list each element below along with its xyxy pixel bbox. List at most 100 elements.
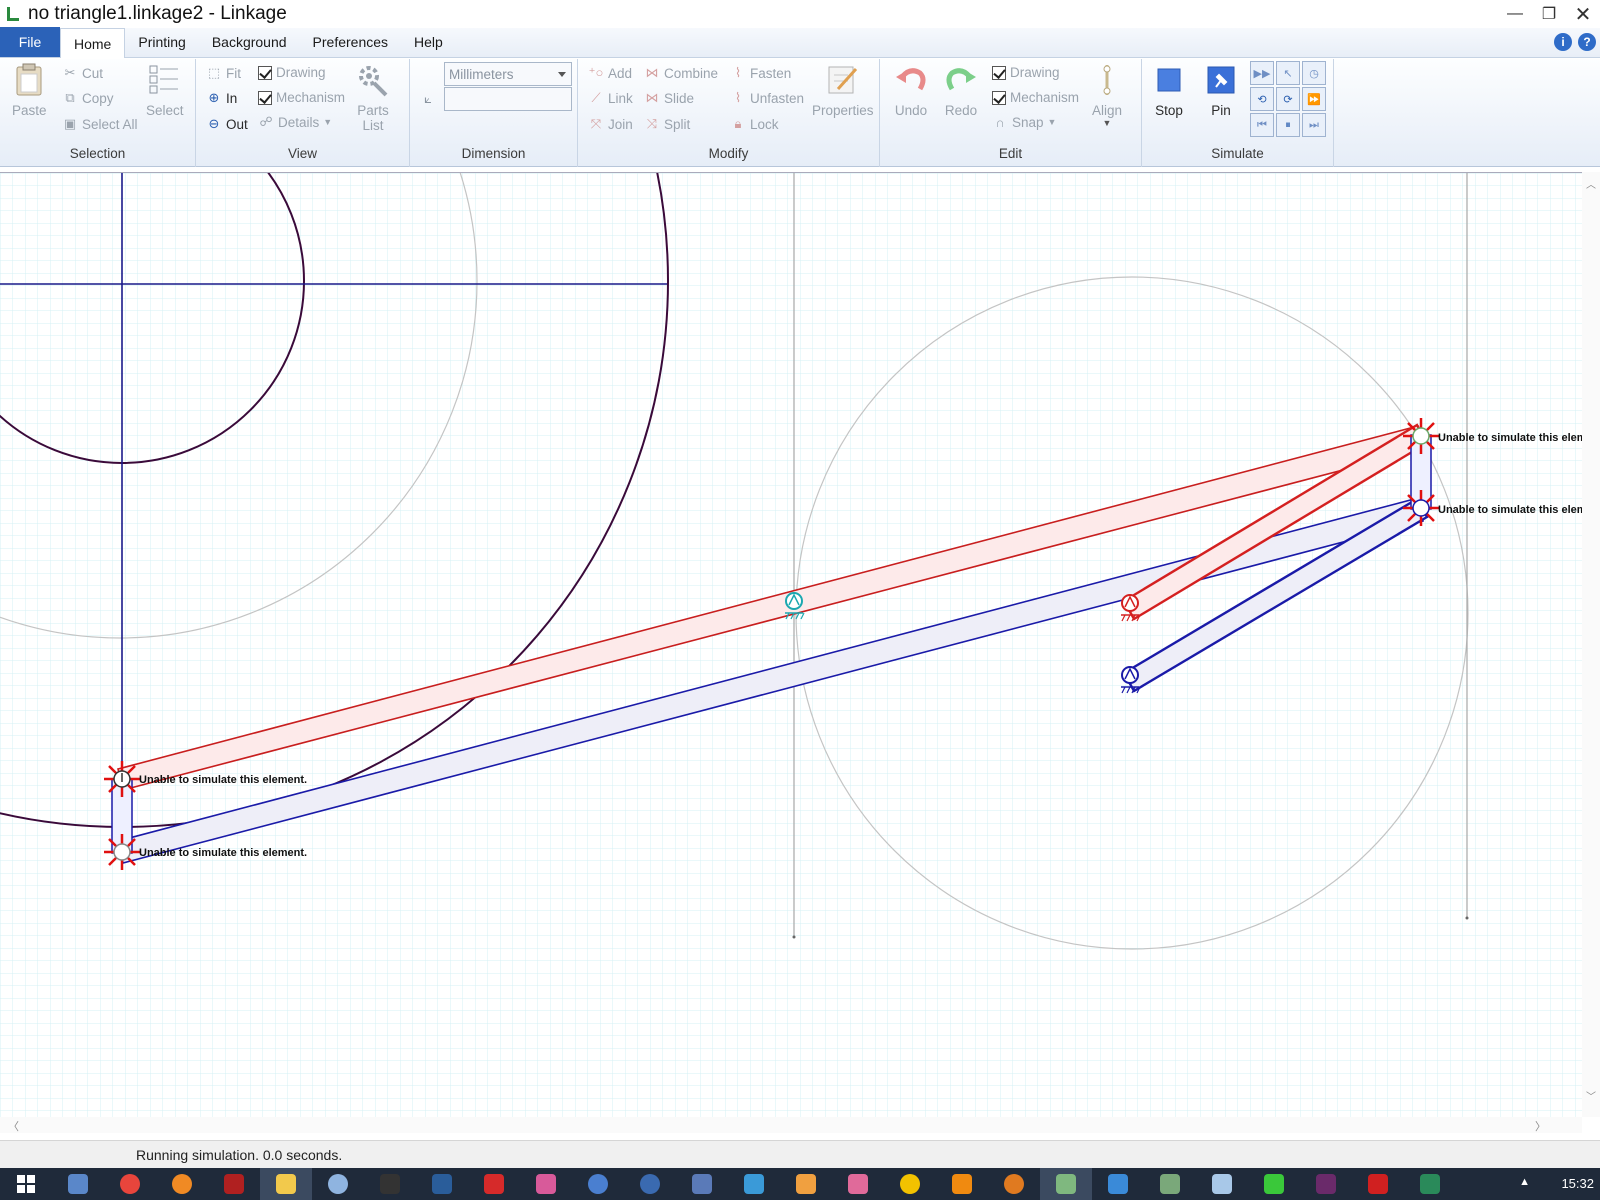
firefox-icon[interactable] <box>156 1168 208 1200</box>
redo-button[interactable]: Redo <box>944 63 978 118</box>
parts-gear-icon <box>356 63 390 97</box>
taskbar-app-icon[interactable] <box>832 1168 884 1200</box>
error-connector-right-top[interactable] <box>1403 418 1439 454</box>
fast-forward-icon[interactable]: ▶▶ <box>1250 61 1274 85</box>
tray-chevron-up-icon[interactable]: ▲ <box>1519 1176 1530 1188</box>
rotate-ccw-icon[interactable]: ⟲ <box>1250 87 1274 111</box>
slide-button[interactable]: ⋈ Slide <box>644 90 695 106</box>
taskbar-app-icon[interactable] <box>208 1168 260 1200</box>
tab-home[interactable]: Home <box>60 28 126 58</box>
select-all-icon: ▣ <box>63 116 77 131</box>
taskbar-app-icon[interactable] <box>1404 1168 1456 1200</box>
taskbar-app-icon[interactable] <box>624 1168 676 1200</box>
parts-list-button[interactable]: Parts List <box>356 63 390 133</box>
start-button[interactable] <box>0 1168 52 1200</box>
cut-button[interactable]: ✂ Cut <box>62 65 103 81</box>
pin-button[interactable]: Pin <box>1204 63 1238 118</box>
tab-preferences[interactable]: Preferences <box>300 27 401 57</box>
cursor-step-icon[interactable]: ↖ <box>1276 61 1300 85</box>
info-icon[interactable]: i <box>1554 33 1572 51</box>
fit-button[interactable]: ⬚ Fit <box>206 65 241 81</box>
error-connector-left-bottom[interactable] <box>104 834 140 870</box>
taskbar-app-icon[interactable] <box>780 1168 832 1200</box>
rotate-cw-icon[interactable]: ⟳ <box>1276 87 1300 111</box>
taskbar-app-icon[interactable] <box>416 1168 468 1200</box>
chevron-down-icon: ▼ <box>1047 117 1057 127</box>
linkage-app-icon <box>6 5 20 23</box>
close-button[interactable]: ✕ <box>1566 0 1600 28</box>
settings-gear-icon[interactable] <box>572 1168 624 1200</box>
taskbar-app-icon[interactable] <box>52 1168 104 1200</box>
dimension-input[interactable] <box>444 87 572 111</box>
file-explorer-icon[interactable] <box>260 1168 312 1200</box>
taskbar-app-icon[interactable] <box>1196 1168 1248 1200</box>
maximize-button[interactable]: ❐ <box>1532 0 1566 28</box>
horizontal-scrollbar[interactable]: 〈 〉 <box>0 1117 1582 1133</box>
properties-button[interactable]: Properties <box>812 63 874 118</box>
align-button[interactable]: Align ▼ <box>1090 63 1124 128</box>
error-connector-right-bottom[interactable] <box>1403 490 1439 526</box>
vlc-icon[interactable] <box>936 1168 988 1200</box>
tab-printing[interactable]: Printing <box>125 27 198 57</box>
view-mechanism-checkbox[interactable]: Mechanism <box>258 90 345 105</box>
taskbar-app-icon[interactable] <box>520 1168 572 1200</box>
copy-button[interactable]: ⧉ Copy <box>62 90 113 106</box>
scroll-left-icon[interactable]: 〈 <box>8 1118 19 1134</box>
vertical-scrollbar[interactable]: ︿ ﹀ <box>1582 172 1600 1117</box>
paste-button[interactable]: Paste <box>12 63 47 118</box>
clock-icon[interactable]: ◷ <box>1302 61 1326 85</box>
details-dropdown[interactable]: ☍ Details ▼ <box>258 114 332 130</box>
taskbar-app-icon[interactable] <box>676 1168 728 1200</box>
pdf-reader-icon[interactable] <box>468 1168 520 1200</box>
taskbar-app-icon[interactable] <box>1092 1168 1144 1200</box>
select-all-button[interactable]: ▣ Select All <box>62 116 138 132</box>
zoom-in-button[interactable]: ⊕ In <box>206 90 238 106</box>
view-drawing-checkbox[interactable]: Drawing <box>258 65 326 80</box>
minimize-button[interactable]: — <box>1498 0 1532 28</box>
unfasten-icon: ⌇ <box>734 90 742 105</box>
skip-start-icon[interactable]: ⏮ <box>1250 113 1274 137</box>
link-button[interactable]: ⟋ Link <box>588 90 632 106</box>
error-connector-left-top[interactable] <box>104 761 140 797</box>
skip-forward-icon[interactable]: ⏩ <box>1302 87 1326 111</box>
join-button[interactable]: ⤧ Join <box>588 116 633 132</box>
unfasten-button[interactable]: ⌇ Unfasten <box>730 90 804 106</box>
zoom-out-button[interactable]: ⊖ Out <box>206 116 248 132</box>
taskbar-clock[interactable]: 15:32 <box>1561 1176 1594 1191</box>
mechanism-canvas[interactable]: Unable to simulate this element. Unable … <box>0 172 1582 1117</box>
edit-drawing-checkbox[interactable]: Drawing <box>992 65 1060 80</box>
add-button[interactable]: ⁺○ Add <box>588 65 632 81</box>
taskbar-app-icon[interactable] <box>364 1168 416 1200</box>
sunflower-icon[interactable] <box>884 1168 936 1200</box>
undo-button[interactable]: Undo <box>894 63 928 118</box>
scroll-down-icon[interactable]: ﹀ <box>1586 1088 1596 1103</box>
taskbar-app-icon[interactable] <box>728 1168 780 1200</box>
combine-button[interactable]: ⋈ Combine <box>644 65 719 81</box>
tab-help[interactable]: Help <box>401 27 456 57</box>
help-icon[interactable]: ? <box>1578 33 1596 51</box>
taskbar-app-icon[interactable] <box>1248 1168 1300 1200</box>
chrome-icon[interactable] <box>104 1168 156 1200</box>
scroll-up-icon[interactable]: ︿ <box>1586 176 1596 191</box>
snap-dropdown[interactable]: ∩ Snap ▼ <box>992 114 1056 130</box>
lock-button[interactable]: 🔒︎ Lock <box>730 116 779 132</box>
dimension-group: Millimeters ⟀ Dimension <box>410 59 578 167</box>
stop-button[interactable]: Stop <box>1152 63 1186 118</box>
select-button[interactable]: Select <box>146 63 184 118</box>
search-icon[interactable] <box>312 1168 364 1200</box>
split-button[interactable]: ⤨ Split <box>644 116 690 132</box>
fasten-button[interactable]: ⌇ Fasten <box>730 65 791 81</box>
taskbar-app-icon[interactable] <box>1300 1168 1352 1200</box>
linkage-taskbar-icon[interactable] <box>1040 1168 1092 1200</box>
taskbar-app-icon[interactable] <box>988 1168 1040 1200</box>
scroll-right-icon[interactable]: 〉 <box>1535 1118 1546 1134</box>
drawing-surface[interactable]: Unable to simulate this element. Unable … <box>0 173 1582 1117</box>
file-menu-button[interactable]: File <box>0 27 60 57</box>
pause-icon[interactable]: ⏸ <box>1276 113 1300 137</box>
tab-background[interactable]: Background <box>199 27 300 57</box>
edit-mechanism-checkbox[interactable]: Mechanism <box>992 90 1079 105</box>
units-select[interactable]: Millimeters <box>444 62 572 86</box>
skip-end-icon[interactable]: ⏭ <box>1302 113 1326 137</box>
taskbar-app-icon[interactable] <box>1144 1168 1196 1200</box>
taskbar-app-icon[interactable] <box>1352 1168 1404 1200</box>
